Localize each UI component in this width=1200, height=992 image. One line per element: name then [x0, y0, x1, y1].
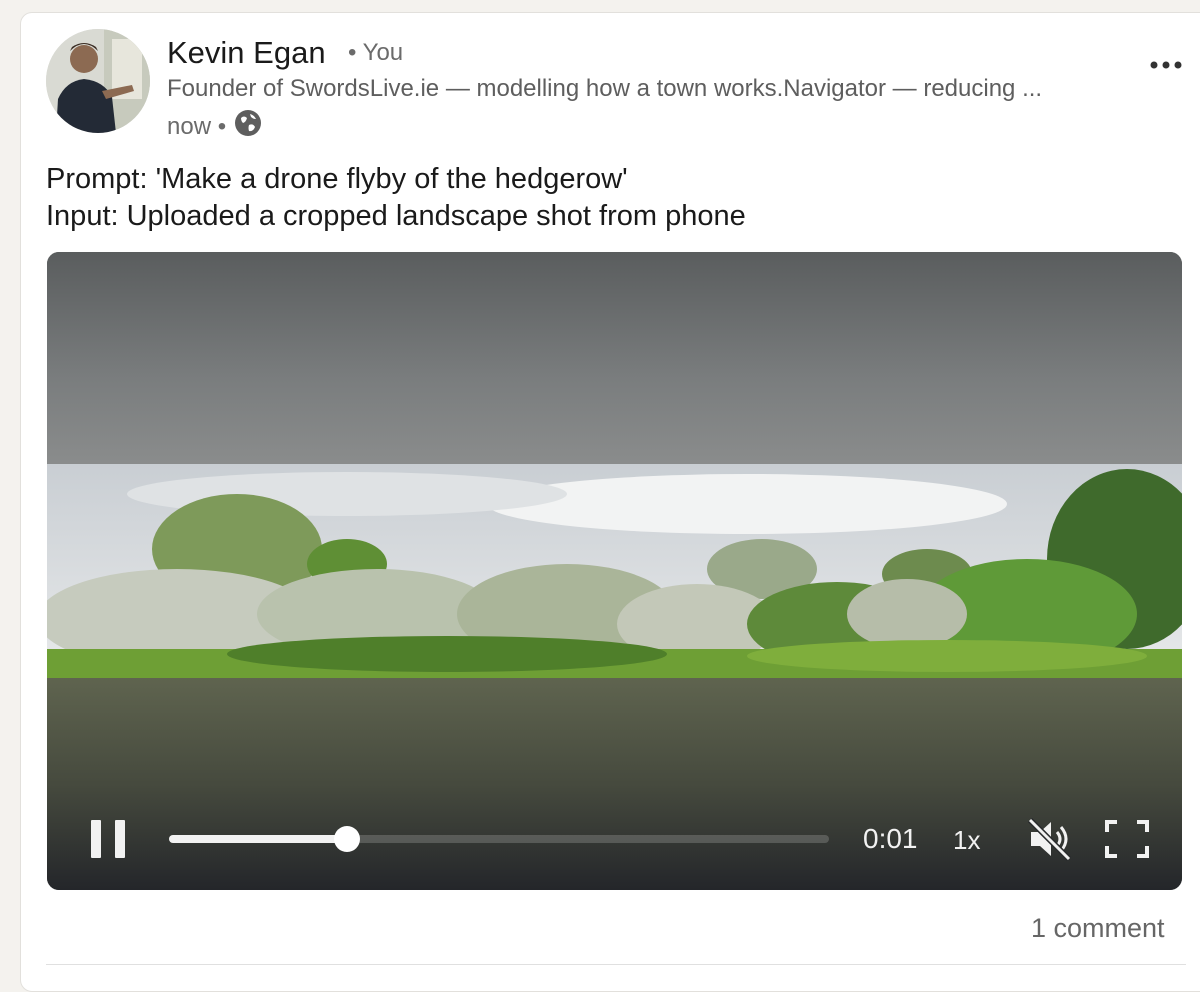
- mute-icon[interactable]: [1027, 816, 1073, 862]
- video-blurred-bottom: [47, 678, 1182, 890]
- playback-speed-button[interactable]: 1x: [953, 825, 980, 856]
- post-text-input: Input: Uploaded a cropped landscape shot…: [46, 200, 746, 232]
- divider: [46, 964, 1186, 965]
- video-player[interactable]: 0:01 1x: [47, 252, 1182, 890]
- video-frame-hedgerow: [47, 464, 1182, 678]
- pause-icon[interactable]: [91, 820, 125, 858]
- comment-count-link[interactable]: 1 comment: [1031, 913, 1165, 944]
- post-card: Kevin Egan • You Founder of SwordsLive.i…: [20, 12, 1200, 992]
- author-name[interactable]: Kevin Egan: [167, 35, 326, 71]
- post-meta: now •: [167, 109, 262, 144]
- video-progress-handle[interactable]: [334, 826, 361, 852]
- post-timestamp: now •: [167, 112, 227, 140]
- video-elapsed-time: 0:01: [863, 823, 918, 854]
- globe-icon: [234, 109, 262, 144]
- video-progress-bar[interactable]: [169, 826, 829, 852]
- video-blurred-top: [47, 252, 1182, 464]
- more-options-icon[interactable]: [1146, 55, 1186, 75]
- you-badge: • You: [348, 39, 404, 66]
- post-text-prompt: Prompt: 'Make a drone flyby of the hedge…: [46, 163, 628, 195]
- fullscreen-icon[interactable]: [1105, 820, 1149, 858]
- author-headline: Founder of SwordsLive.ie — modelling how…: [167, 75, 1043, 102]
- post-text: Prompt: 'Make a drone flyby of the hedge…: [46, 161, 746, 235]
- author-avatar[interactable]: [46, 29, 150, 133]
- video-progress-fill: [169, 835, 348, 843]
- author-photo: [46, 29, 150, 133]
